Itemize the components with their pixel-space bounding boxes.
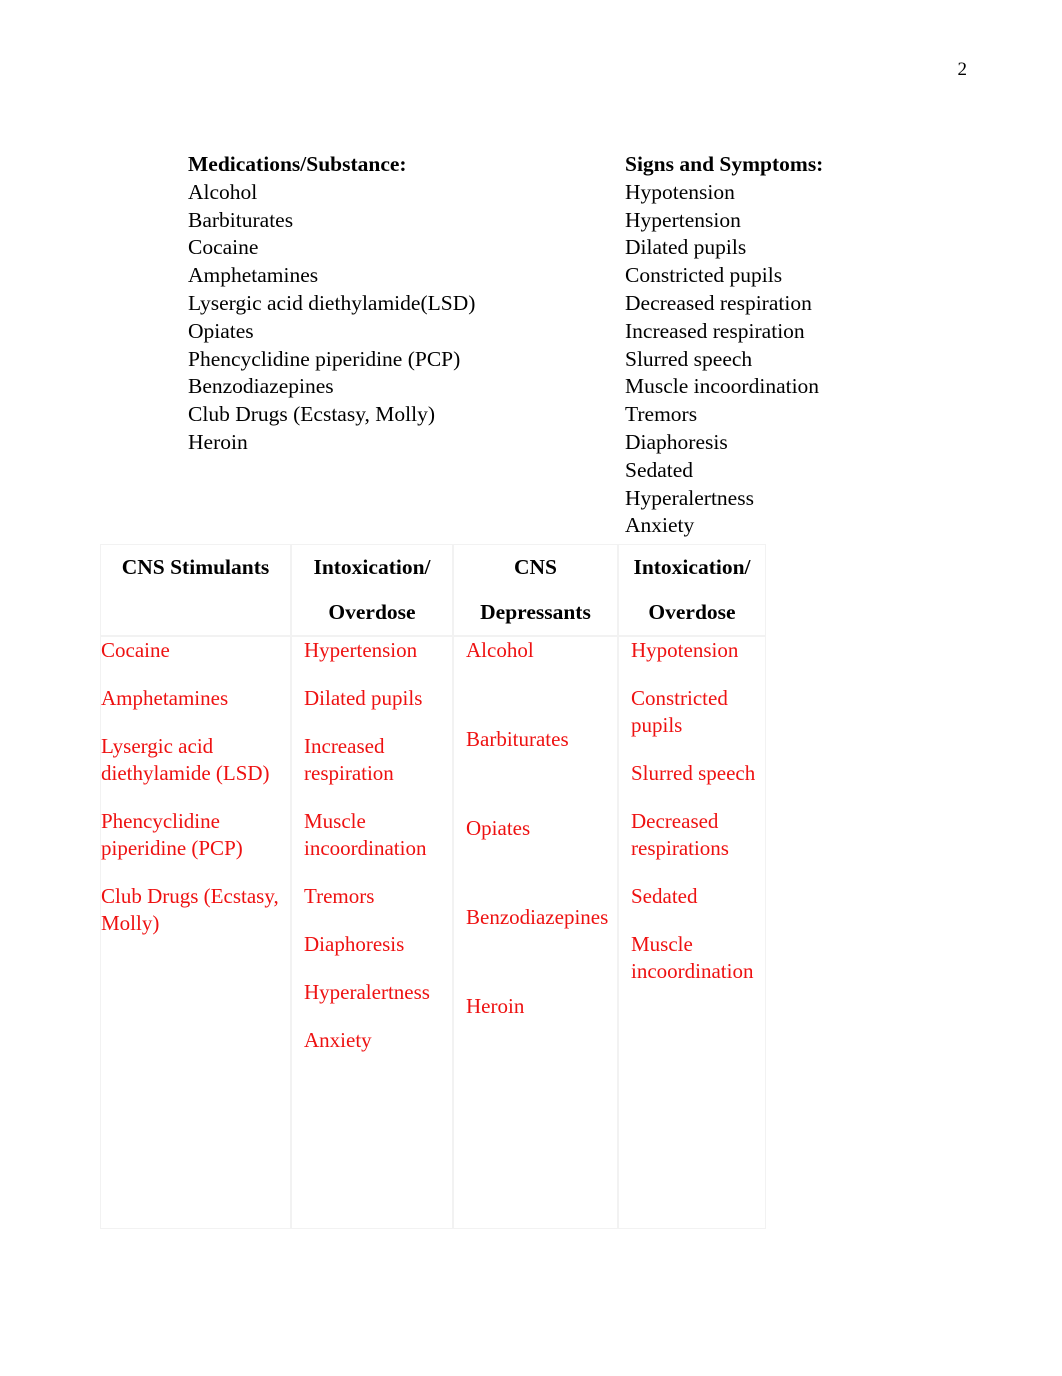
table-header-row: CNS Stimulants Intoxication/ Overdose CN… [100,544,766,636]
header-line-1: CNS Stimulants [121,555,270,579]
list-item: Sedated [625,457,694,482]
list-item: Alcohol [466,638,534,662]
list-item: Anxiety [625,513,695,538]
list-item: Hypotension [631,638,739,662]
list-item: Barbiturates [188,207,294,232]
list-item: Tremors [625,402,698,427]
list-item: Barbiturates [466,727,569,751]
comparison-table-wrapper: CNS Stimulants Intoxication/ Overdose CN… [100,544,766,1229]
list-item: Heroin [188,429,248,454]
list-item: Phencyclidine piperidine (PCP) [101,809,243,860]
header-line-2: Depressants [480,600,591,624]
list-item: Hypertension [304,638,418,662]
list-item: Benzodiazepines [466,905,609,929]
list-item: Cocaine [188,235,259,260]
list-item: Lysergic acid diethylamide (LSD) [101,734,270,785]
column-header-cns-depressants: CNS Depressants [453,544,618,636]
list-item: Opiates [188,318,254,343]
list-item: Hypotension [625,179,735,204]
list-item: Dilated pupils [625,235,747,260]
table-row: Cocaine Amphetamines Lysergic acid dieth… [100,636,766,1229]
medications-list-heading: Medications/Substance: [188,152,407,176]
list-item: Dilated pupils [304,686,423,710]
list-item: Constricted pupils [625,263,783,288]
list-item: Club Drugs (Ecstasy, Molly) [101,884,279,935]
list-item: Amphetamines [101,686,229,710]
list-item: Sedated [631,884,698,908]
cell-stimulant-intoxication: Hypertension Dilated pupils Increased re… [291,636,453,1229]
header-line-1: CNS [513,555,557,579]
signs-symptoms-list: Signs and Symptoms: Hypotension Hyperten… [625,151,823,540]
list-item: Hyperalertness [304,980,430,1004]
medications-list: Medications/Substance: Alcohol Barbitura… [188,151,475,457]
list-item: Muscle incoordination [625,374,820,399]
header-line-1: Intoxication/ [313,555,431,579]
column-header-stimulant-intoxication: Intoxication/ Overdose [291,544,453,636]
document-page: 2 Medications/Substance: Alcohol Barbitu… [0,0,1062,1376]
list-item: Heroin [466,994,525,1018]
cell-cns-stimulants: Cocaine Amphetamines Lysergic acid dieth… [100,636,291,1229]
list-item: Hyperalertness [625,485,754,510]
list-item: Increased respiration [625,318,805,343]
list-item: Lysergic acid diethylamide(LSD) [188,290,476,315]
list-item: Amphetamines [188,263,319,288]
list-item: Benzodiazepines [188,374,334,399]
cell-depressant-intoxication: Hypotension Constricted pupils Slurred s… [618,636,766,1229]
list-item: Cocaine [101,638,170,662]
list-item: Hypertension [625,207,741,232]
column-header-cns-stimulants: CNS Stimulants [100,544,291,636]
list-item: Decreased respiration [625,290,812,315]
list-item: Diaphoresis [304,932,405,956]
page-number: 2 [957,59,968,80]
list-item: Tremors [304,884,375,908]
header-line-2: Overdose [648,600,736,624]
list-item: Constricted pupils [631,686,728,737]
list-item: Increased respiration [304,734,394,785]
signs-symptoms-list-heading: Signs and Symptoms: [625,152,824,176]
cell-cns-depressants: Alcohol Barbiturates Opiates Benzodiazep… [453,636,618,1229]
header-line-2: Overdose [328,600,416,624]
list-item: Opiates [466,816,531,840]
list-item: Diaphoresis [625,429,728,454]
list-item: Anxiety [304,1028,372,1052]
column-header-depressant-intoxication: Intoxication/ Overdose [618,544,766,636]
list-item: Slurred speech [631,761,756,785]
list-item: Club Drugs (Ecstasy, Molly) [188,402,436,427]
header-line-1: Intoxication/ [633,555,751,579]
list-item: Decreased respirations [631,809,729,860]
cns-comparison-table: CNS Stimulants Intoxication/ Overdose CN… [100,544,766,1229]
list-item: Muscle incoordination [631,932,754,983]
list-item: Phencyclidine piperidine (PCP) [188,346,461,371]
list-item: Slurred speech [625,346,753,371]
list-item: Muscle incoordination [304,809,427,860]
list-item: Alcohol [188,179,258,204]
